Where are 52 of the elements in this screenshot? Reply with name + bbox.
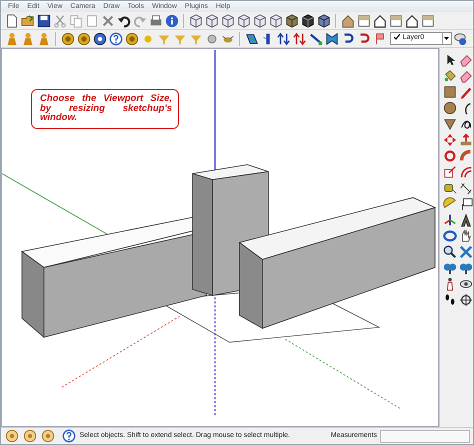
rectangle-icon[interactable] xyxy=(442,84,457,99)
measurements-field[interactable] xyxy=(380,430,470,442)
coin-icon[interactable] xyxy=(60,31,75,46)
cube-icon[interactable] xyxy=(236,13,251,28)
rotate-icon[interactable] xyxy=(442,148,457,163)
offset-icon[interactable] xyxy=(458,164,473,179)
callout-note: Choose the Viewport Size, by resizing sketchup's window. xyxy=(31,89,179,128)
move-icon[interactable] xyxy=(442,132,457,147)
info-icon[interactable] xyxy=(164,13,179,28)
folder-icon[interactable] xyxy=(20,13,35,28)
cube-icon[interactable] xyxy=(316,13,331,28)
window-icon[interactable] xyxy=(356,13,371,28)
cube-icon[interactable] xyxy=(268,13,283,28)
scale-icon[interactable] xyxy=(442,164,457,179)
window-icon[interactable] xyxy=(420,13,435,28)
page-icon[interactable] xyxy=(4,13,19,28)
zoom-icon[interactable] xyxy=(442,244,457,259)
help-icon[interactable] xyxy=(108,31,123,46)
plane-icon[interactable] xyxy=(244,31,259,46)
print-icon[interactable] xyxy=(148,13,163,28)
window-icon[interactable] xyxy=(388,13,403,28)
house-icon[interactable] xyxy=(404,13,419,28)
push-pull-icon[interactable] xyxy=(458,132,473,147)
eraser-icon[interactable] xyxy=(458,52,473,67)
follow-me-icon[interactable] xyxy=(458,148,473,163)
caret-icon[interactable] xyxy=(442,33,451,44)
viewport[interactable]: Choose the Viewport Size, by resizing sketchup's window. xyxy=(1,48,439,427)
triangle-icon[interactable] xyxy=(442,116,457,131)
cube-icon[interactable] xyxy=(204,13,219,28)
cube-icon[interactable] xyxy=(220,13,235,28)
axes-icon[interactable] xyxy=(442,212,457,227)
save-icon[interactable] xyxy=(36,13,51,28)
protractor-icon[interactable] xyxy=(442,196,457,211)
arrows-icon[interactable] xyxy=(292,31,307,46)
arrows-icon[interactable] xyxy=(276,31,291,46)
house-icon[interactable] xyxy=(340,13,355,28)
solid-letter-icon[interactable] xyxy=(458,212,473,227)
house-icon[interactable] xyxy=(372,13,387,28)
cube-icon[interactable] xyxy=(300,13,315,28)
eraser-icon[interactable] xyxy=(458,68,473,83)
help-icon[interactable] xyxy=(62,428,76,444)
zoom-window-icon[interactable] xyxy=(458,244,473,259)
cube-icon[interactable] xyxy=(188,13,203,28)
position-camera-icon[interactable] xyxy=(458,292,473,307)
circle-icon[interactable] xyxy=(442,100,457,115)
coin-icon[interactable] xyxy=(124,31,139,46)
diagonal-icon[interactable] xyxy=(308,31,323,46)
coin-icon[interactable] xyxy=(76,31,91,46)
cube-icon[interactable] xyxy=(284,13,299,28)
orbit-icon[interactable] xyxy=(442,228,457,243)
bucket-icon[interactable] xyxy=(442,68,457,83)
cube-icon[interactable] xyxy=(252,13,267,28)
